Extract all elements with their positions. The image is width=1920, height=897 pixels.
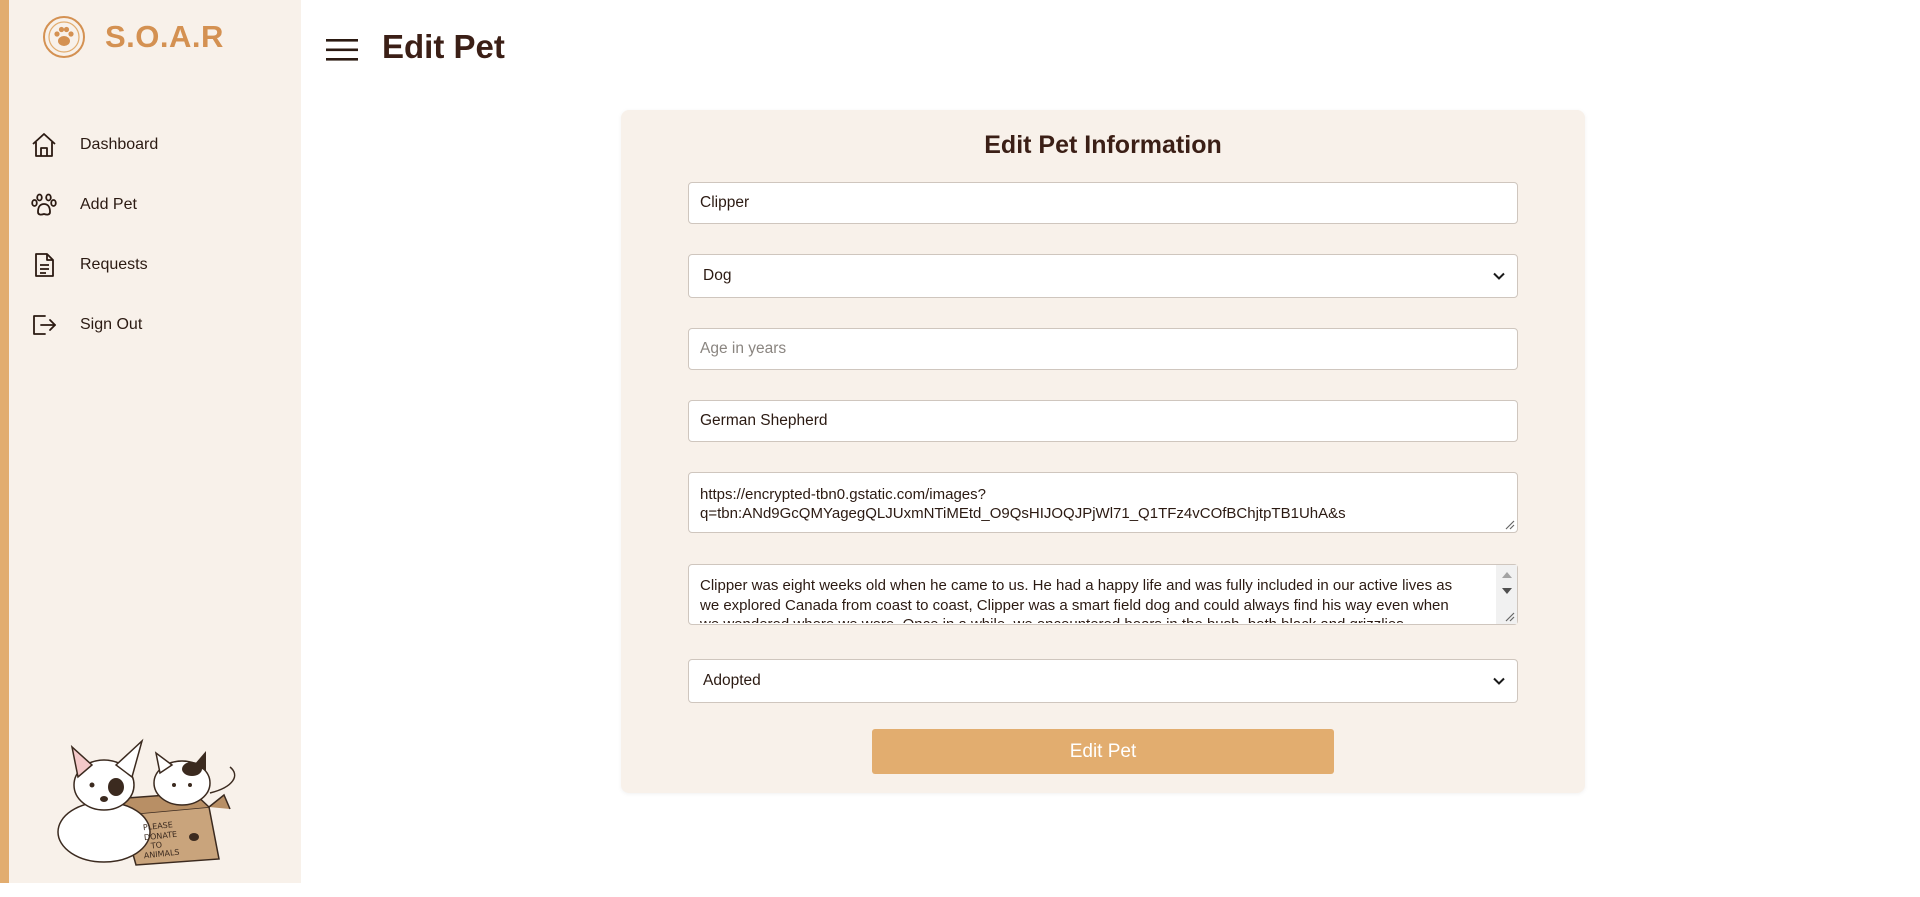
sidebar-item-dashboard[interactable]: Dashboard [30, 115, 158, 175]
pet-image-url-textarea[interactable]: https://encrypted-tbn0.gstatic.com/image… [688, 472, 1518, 533]
pet-name-input[interactable] [688, 182, 1518, 224]
resize-grip-icon[interactable] [1503, 518, 1515, 530]
sidebar-accent-stripe [0, 0, 9, 883]
sidebar-item-add-pet[interactable]: Add Pet [30, 175, 158, 235]
brand[interactable]: S.O.A.R [41, 14, 224, 60]
document-icon [30, 251, 58, 279]
pet-type-selected: Dog [703, 267, 732, 284]
sidebar-item-label: Dashboard [80, 136, 159, 153]
resize-grip-icon[interactable] [1503, 610, 1515, 622]
form-title: Edit Pet Information [984, 131, 1222, 159]
description-line: Clipper was eight weeks old when he came… [700, 577, 1453, 594]
pet-status-selected: Adopted [703, 672, 761, 689]
pet-status-select[interactable]: Adopted [688, 659, 1518, 703]
description-line: we wondered where we were. Once in a whi… [700, 615, 1490, 623]
edit-pet-submit-button[interactable]: Edit Pet [872, 729, 1334, 774]
chevron-down-icon [1493, 272, 1505, 280]
sign-out-icon [30, 311, 58, 339]
image-url-line: q=tbn:ANd9GcQMYagegQLJUxmNTiMEtd_O9QsHIJ… [700, 505, 1346, 522]
image-url-line: https://encrypted-tbn0.gstatic.com/image… [700, 486, 986, 503]
sidebar-nav: Dashboard Add Pet Requests Sign Out [30, 115, 158, 355]
pet-breed-input[interactable] [688, 400, 1518, 442]
description-line: we explored Canada from coast to coast, … [700, 596, 1449, 614]
scroll-up-arrow-icon[interactable] [1496, 567, 1517, 583]
sidebar-item-sign-out[interactable]: Sign Out [30, 295, 158, 355]
sidebar: S.O.A.R Dashboard Add Pet Requests Sign … [0, 0, 301, 883]
paw-logo-icon [43, 16, 85, 58]
chevron-down-icon [1493, 677, 1505, 685]
brand-name: S.O.A.R [105, 19, 224, 54]
pet-type-select[interactable]: Dog [688, 254, 1518, 298]
sidebar-item-requests[interactable]: Requests [30, 235, 158, 295]
pet-description-textarea[interactable]: Clipper was eight weeks old when he came… [688, 564, 1518, 625]
sidebar-item-label: Requests [80, 256, 148, 273]
home-icon [30, 131, 58, 159]
pet-age-input[interactable] [688, 328, 1518, 370]
scroll-down-arrow-icon[interactable] [1496, 583, 1517, 599]
donate-animals-illustration: PLEASE DONATE TO ANIMALS [57, 738, 236, 866]
sidebar-item-label: Add Pet [80, 196, 137, 213]
hamburger-menu-icon[interactable] [326, 37, 358, 63]
page-title: Edit Pet [382, 28, 505, 65]
paw-icon [30, 191, 58, 219]
sidebar-item-label: Sign Out [80, 316, 143, 333]
edit-pet-form-card: Edit Pet Information Dog https://encrypt… [621, 110, 1585, 793]
